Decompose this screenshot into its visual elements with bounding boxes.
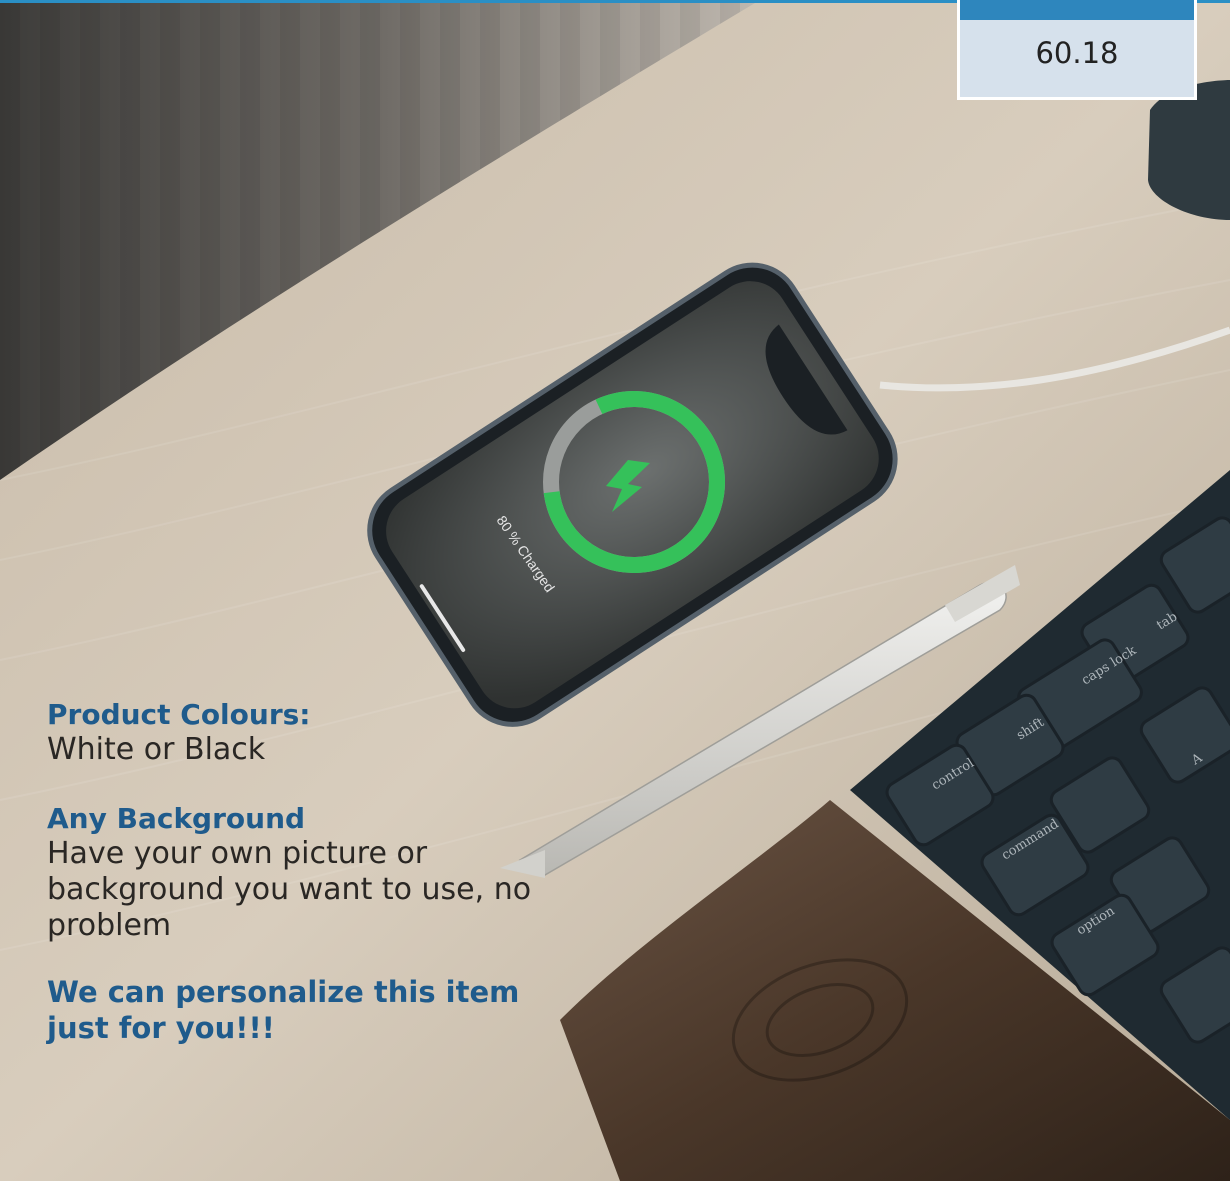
background-heading: Any Background [47,802,306,835]
product-description: Product Colours: White or Black Any Back… [47,698,607,1046]
colours-text: White or Black [47,732,266,767]
price-badge: 60.18 [957,0,1197,100]
price-value: 60.18 [1035,36,1119,70]
personalize-heading: We can personalize this item just for yo… [47,975,520,1045]
price-badge-header [960,0,1194,20]
colours-heading: Product Colours: [47,698,311,731]
background-text: Have your own picture or background you … [47,836,532,943]
